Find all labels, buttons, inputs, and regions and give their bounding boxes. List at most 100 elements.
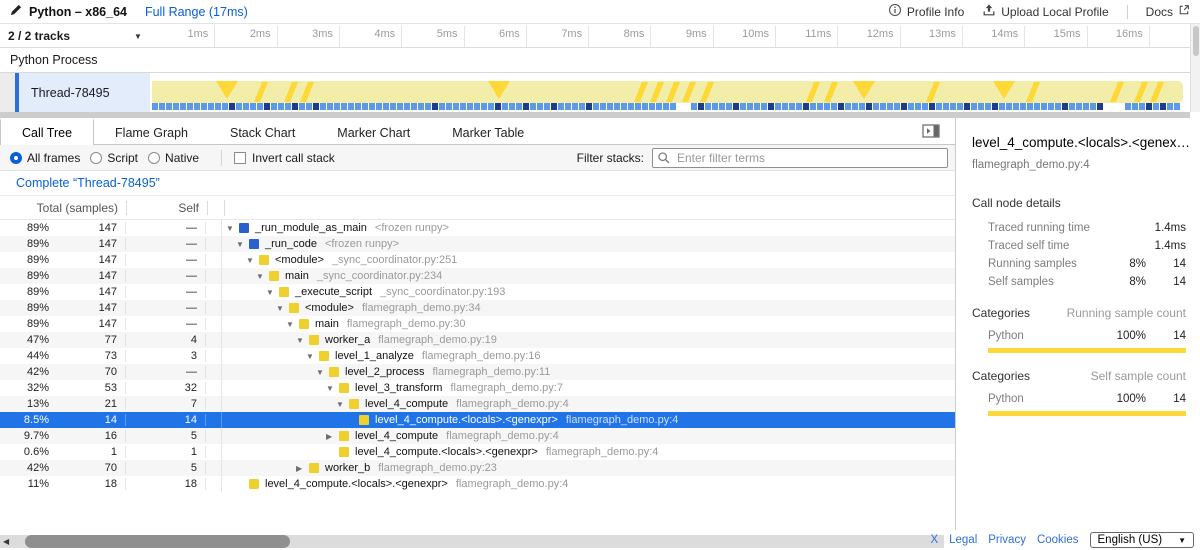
self-column-header[interactable]: Self	[127, 201, 208, 215]
privacy-link[interactable]: Privacy	[988, 534, 1026, 546]
call-tree-row[interactable]: 89%147—▼_run_code<frozen runpy>	[0, 236, 955, 252]
twisty-expanded-icon[interactable]: ▼	[336, 400, 349, 409]
twisty-expanded-icon[interactable]: ▼	[296, 336, 309, 345]
twisty-expanded-icon[interactable]: ▼	[286, 320, 299, 329]
sample-tick	[1174, 103, 1180, 110]
twisty-expanded-icon[interactable]: ▼	[226, 224, 239, 233]
twisty-collapsed-icon[interactable]: ▶	[296, 464, 309, 473]
chevron-down-icon: ▼	[1178, 536, 1186, 545]
call-tree-row[interactable]: 47%774▼worker_aflamegraph_demo.py:19	[0, 332, 955, 348]
profile-name-button[interactable]: Python – x86_64	[0, 4, 127, 19]
row-function-cell: ▼level_1_analyzeflamegraph_demo.py:16	[222, 350, 955, 362]
category-row: Python100%14	[956, 390, 1200, 408]
docs-link[interactable]: Docs	[1146, 4, 1190, 19]
cookies-link[interactable]: Cookies	[1037, 534, 1079, 546]
sample-strip[interactable]	[152, 103, 1183, 110]
call-tree-row[interactable]: 32%5332▼level_3_transformflamegraph_demo…	[0, 380, 955, 396]
function-file-line: flamegraph_demo.py:23	[378, 462, 497, 474]
twisty-expanded-icon[interactable]: ▼	[306, 352, 319, 361]
call-tree-row[interactable]: 0.6%11level_4_compute.<locals>.<genexpr>…	[0, 444, 955, 460]
marker-slash	[824, 82, 838, 102]
thread-name: Thread-78495	[31, 86, 110, 100]
categories-label: Categories	[972, 306, 1030, 320]
radio-native[interactable]: Native	[148, 151, 199, 165]
vertical-scroll-thumb[interactable]	[1193, 26, 1199, 56]
call-tree-row[interactable]: 13%217▼level_4_computeflamegraph_demo.py…	[0, 396, 955, 412]
call-tree-row[interactable]: 42%705▶worker_bflamegraph_demo.py:23	[0, 460, 955, 476]
radio-all-frames[interactable]: All frames	[10, 151, 80, 165]
twisty-expanded-icon[interactable]: ▼	[316, 368, 329, 377]
thread-track[interactable]: Thread-78495	[0, 73, 1190, 112]
tab-marker-table[interactable]: Marker Table	[431, 118, 545, 144]
tracks-dropdown[interactable]: 2 / 2 tracks ▼	[0, 24, 150, 48]
x-social-link[interactable]: X	[930, 534, 938, 546]
breadcrumb-complete-thread[interactable]: Complete “Thread-78495”	[0, 176, 160, 190]
process-track-header[interactable]: Python Process	[0, 48, 1190, 73]
twisty-expanded-icon[interactable]: ▼	[256, 272, 269, 281]
sample-tick	[957, 103, 963, 110]
language-select[interactable]: English (US) ▼	[1090, 532, 1194, 548]
thread-track-visualization[interactable]	[150, 73, 1190, 112]
marker-slash	[254, 82, 268, 102]
total-samples-column-header[interactable]: Total (samples)	[0, 201, 127, 215]
sample-tick	[992, 103, 998, 110]
sample-tick	[355, 103, 361, 110]
tab-stack-chart[interactable]: Stack Chart	[209, 118, 316, 144]
call-tree-row[interactable]: 89%147—▼_run_module_as_main<frozen runpy…	[0, 220, 955, 236]
sample-tick	[222, 103, 228, 110]
sample-tick	[327, 103, 333, 110]
radio-script[interactable]: Script	[90, 151, 138, 165]
scroll-left-arrow-icon[interactable]: ◀	[3, 537, 9, 546]
marker-triangle	[216, 81, 238, 99]
tab-call-tree[interactable]: Call Tree	[0, 118, 94, 145]
sidebar-toggle-button[interactable]	[921, 123, 941, 139]
sample-tick	[1153, 103, 1159, 110]
twisty-collapsed-icon[interactable]: ▶	[326, 432, 339, 441]
call-tree-row[interactable]: 89%147—▼<module>_sync_coordinator.py:251	[0, 252, 955, 268]
call-tree-row[interactable]: 42%70—▼level_2_processflamegraph_demo.py…	[0, 364, 955, 380]
twisty-expanded-icon[interactable]: ▼	[246, 256, 259, 265]
call-tree-row[interactable]: 44%733▼level_1_analyzeflamegraph_demo.py…	[0, 348, 955, 364]
sample-tick	[292, 103, 298, 110]
function-file-line: flamegraph_demo.py:7	[450, 382, 563, 394]
sample-tick	[453, 103, 459, 110]
legal-link[interactable]: Legal	[949, 534, 977, 546]
sample-tick	[243, 103, 249, 110]
row-self-samples: 32	[126, 382, 206, 394]
category-python-icon	[279, 287, 289, 297]
timeline-ruler[interactable]: 2 / 2 tracks ▼ 1ms2ms3ms4ms5ms6ms7ms8ms9…	[0, 24, 1190, 48]
activity-graph[interactable]	[152, 81, 1183, 103]
row-total-samples: 16	[52, 430, 126, 442]
twisty-expanded-icon[interactable]: ▼	[326, 384, 339, 393]
twisty-expanded-icon[interactable]: ▼	[266, 288, 279, 297]
function-name: level_1_analyze	[335, 350, 414, 362]
full-range-link[interactable]: Full Range (17ms)	[145, 5, 248, 19]
tab-flame-graph[interactable]: Flame Graph	[94, 118, 209, 144]
call-tree-row[interactable]: 89%147—▼main_sync_coordinator.py:234	[0, 268, 955, 284]
call-tree-row[interactable]: 89%147—▼<module>flamegraph_demo.py:34	[0, 300, 955, 316]
sample-tick	[537, 103, 543, 110]
sample-tick	[1062, 103, 1068, 110]
twisty-expanded-icon[interactable]: ▼	[236, 240, 249, 249]
call-tree-row[interactable]: 89%147—▼_execute_script_sync_coordinator…	[0, 284, 955, 300]
upload-profile-button[interactable]: Upload Local Profile	[982, 3, 1108, 20]
tab-marker-chart[interactable]: Marker Chart	[316, 118, 431, 144]
call-tree-row[interactable]: 11%1818level_4_compute.<locals>.<genexpr…	[0, 476, 955, 492]
thread-track-label[interactable]: Thread-78495	[19, 73, 150, 112]
call-tree-row[interactable]: 9.7%165▶level_4_computeflamegraph_demo.p…	[0, 428, 955, 444]
profile-info-button[interactable]: Profile Info	[888, 3, 964, 20]
call-tree-row[interactable]: 89%147—▼mainflamegraph_demo.py:30	[0, 316, 955, 332]
row-icon-cell	[206, 444, 222, 460]
sample-tick	[180, 103, 186, 110]
horizontal-scrollbar[interactable]: ◀	[0, 535, 944, 548]
invert-call-stack-checkbox[interactable]: Invert call stack	[234, 151, 335, 165]
filter-stacks-input[interactable]	[652, 148, 948, 168]
category-name: Python	[988, 393, 1100, 405]
horizontal-scroll-thumb[interactable]	[25, 535, 290, 548]
row-function-cell: ▼mainflamegraph_demo.py:30	[222, 318, 955, 330]
category-python-icon	[329, 367, 339, 377]
twisty-expanded-icon[interactable]: ▼	[276, 304, 289, 313]
row-self-samples: —	[126, 366, 206, 378]
call-tree-row[interactable]: 8.5%1414level_4_compute.<locals>.<genexp…	[0, 412, 955, 428]
tracks-vertical-scrollbar[interactable]	[1190, 24, 1200, 112]
